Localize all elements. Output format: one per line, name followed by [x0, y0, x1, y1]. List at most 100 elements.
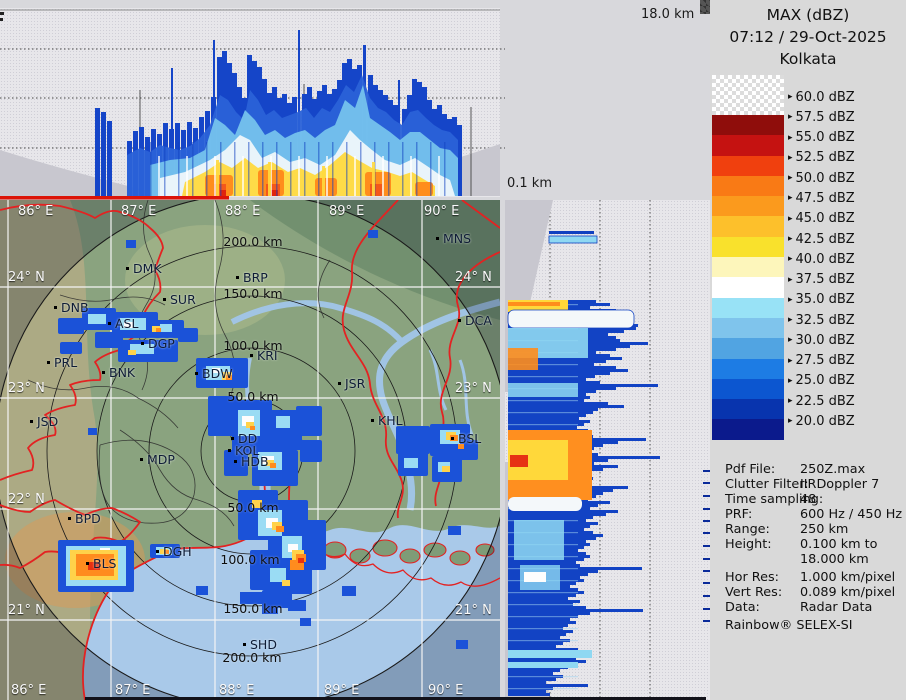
metadata-row: Time sampling: 48 — [725, 492, 824, 507]
legend-entry: ▸ 50.0 dBZ — [788, 168, 906, 188]
tick-arrow-icon: ▸ — [788, 274, 793, 285]
city-dot-icon — [54, 306, 57, 309]
software-brand: Rainbow® SELEX-SI — [725, 618, 853, 633]
legend-entry-label: 40.0 dBZ — [795, 251, 855, 267]
lon-label-bottom: 89° E — [324, 683, 360, 698]
lon-label-top: 87° E — [121, 204, 157, 219]
city-dot-icon — [163, 298, 166, 301]
city-marker: BPD — [68, 511, 101, 526]
city-dot-icon — [195, 372, 198, 375]
color-scale — [712, 75, 784, 440]
metadata-row: Pdf File: 250Z.max — [725, 462, 866, 477]
radar-map-panel: 86° E 87° E 88° E 89° E 90° E 86° E 87° … — [0, 200, 500, 700]
city-dot-icon — [141, 342, 144, 345]
city-dot-icon — [30, 420, 33, 423]
color-band — [712, 378, 784, 400]
city-marker: JSD — [30, 414, 58, 429]
tick-arrow-icon: ▸ — [788, 193, 793, 204]
tick-arrow-icon: ▸ — [788, 254, 793, 265]
city-marker: BRP — [236, 270, 268, 285]
tick-arrow-icon: ▸ — [788, 213, 793, 224]
radar-product-viewer: { "header": { "product": "MAX (dBZ)", "d… — [0, 0, 906, 700]
city-dot-icon — [236, 276, 239, 279]
legend-entry: ▸ 40.0 dBZ — [788, 249, 906, 269]
lon-label-top: 88° E — [225, 204, 261, 219]
city-dot-icon — [86, 562, 89, 565]
side-profile-edge-ticks — [703, 470, 710, 622]
product-datetime: 07:12 / 29-Oct-2025 — [729, 28, 887, 46]
legend-entry-label: 60.0 dBZ — [795, 89, 855, 105]
metadata-row: PRF: 600 Hz / 450 Hz — [725, 507, 903, 522]
color-band — [712, 338, 784, 359]
city-marker: DCA — [458, 313, 492, 328]
legend-entry: ▸ 55.0 dBZ — [788, 128, 906, 148]
city-marker: JSR — [338, 376, 365, 391]
city-marker: KRI — [250, 348, 278, 363]
metadata-row: Vert Res: 0.089 km/pixel — [725, 585, 896, 600]
city-dot-icon — [436, 237, 439, 240]
city-marker: MNS — [436, 231, 471, 246]
tick-arrow-icon: ▸ — [788, 355, 793, 366]
ring-label: 150.0 km — [223, 286, 283, 301]
height-axis-max-label: 18.0 km — [641, 7, 695, 22]
tick-arrow-icon: ▸ — [788, 416, 793, 427]
side-height-profile-panel — [500, 200, 710, 700]
legend-entry-label: 55.0 dBZ — [795, 130, 855, 146]
lat-label-left: 21° N — [8, 603, 45, 618]
city-marker: SUR — [163, 292, 196, 307]
legend-entry-label: 45.0 dBZ — [795, 211, 855, 227]
city-marker: DNB — [54, 300, 89, 315]
lat-label-left: 23° N — [8, 381, 45, 396]
city-dot-icon — [231, 437, 234, 440]
color-band — [712, 216, 784, 237]
legend-entry: ▸ 60.0 dBZ — [788, 87, 906, 107]
side-profile-chart — [505, 200, 710, 700]
legend-entry-label: 37.5 dBZ — [795, 272, 855, 288]
lon-label-top: 89° E — [329, 204, 365, 219]
legend-entry-label: 22.5 dBZ — [795, 393, 855, 409]
color-band — [712, 399, 784, 420]
legend-entry-label: 35.0 dBZ — [795, 292, 855, 308]
city-dot-icon — [234, 460, 237, 463]
lon-label-bottom: 88° E — [219, 683, 255, 698]
tick-arrow-icon: ▸ — [788, 234, 793, 244]
city-marker: DMK — [126, 261, 162, 276]
legend-panel: MAX (dBZ) 07:12 / 29-Oct-2025 Kolkata ▸ 6… — [710, 0, 906, 700]
tick-arrow-icon: ▸ — [788, 173, 793, 184]
legend-entry: ▸ 45.0 dBZ — [788, 209, 906, 229]
lat-label-right: 23° N — [455, 381, 492, 396]
lon-label-top: 90° E — [424, 204, 460, 219]
top-height-profile-panel — [0, 0, 506, 200]
legend-entry: ▸ 35.0 dBZ — [788, 290, 906, 310]
lon-label-bottom: 86° E — [11, 683, 47, 698]
color-band — [712, 297, 784, 318]
color-band — [712, 419, 784, 440]
metadata-row: Range: 250 km — [725, 522, 849, 537]
legend-entry: ▸ 30.0 dBZ — [788, 330, 906, 350]
city-dot-icon — [458, 319, 461, 322]
tick-arrow-icon: ▸ — [788, 396, 793, 407]
color-band — [712, 257, 784, 278]
legend-entry-label: 27.5 dBZ — [795, 353, 855, 369]
product-metadata: Pdf File: 250Z.max Clutter Filter: IIRDopp… — [725, 462, 903, 633]
legend-entry: ▸ 47.5 dBZ — [788, 188, 906, 208]
color-band — [712, 277, 784, 298]
product-title: MAX (dBZ) — [766, 6, 850, 24]
lat-label-right: 21° N — [455, 603, 492, 618]
top-profile-chart — [0, 9, 505, 200]
legend-entry-label: 47.5 dBZ — [795, 190, 855, 206]
color-band — [712, 317, 784, 339]
city-marker: BNK — [102, 365, 135, 380]
metadata-row: Data: Radar Data — [725, 600, 873, 615]
legend-entry-label: 20.0 dBZ — [795, 413, 855, 429]
color-band — [712, 115, 784, 136]
legend-entry: ▸ 52.5 dBZ — [788, 148, 906, 168]
city-marker: BSL — [451, 431, 481, 446]
city-marker: SHD — [243, 637, 277, 652]
ring-label: 50.0 km — [227, 500, 279, 515]
city-marker: MDP — [140, 452, 175, 467]
tick-arrow-icon: ▸ — [788, 315, 793, 326]
legend-entry: ▸ 25.0 dBZ — [788, 371, 906, 391]
legend-entry: ▸ 37.5 dBZ — [788, 269, 906, 289]
color-band — [712, 135, 784, 156]
